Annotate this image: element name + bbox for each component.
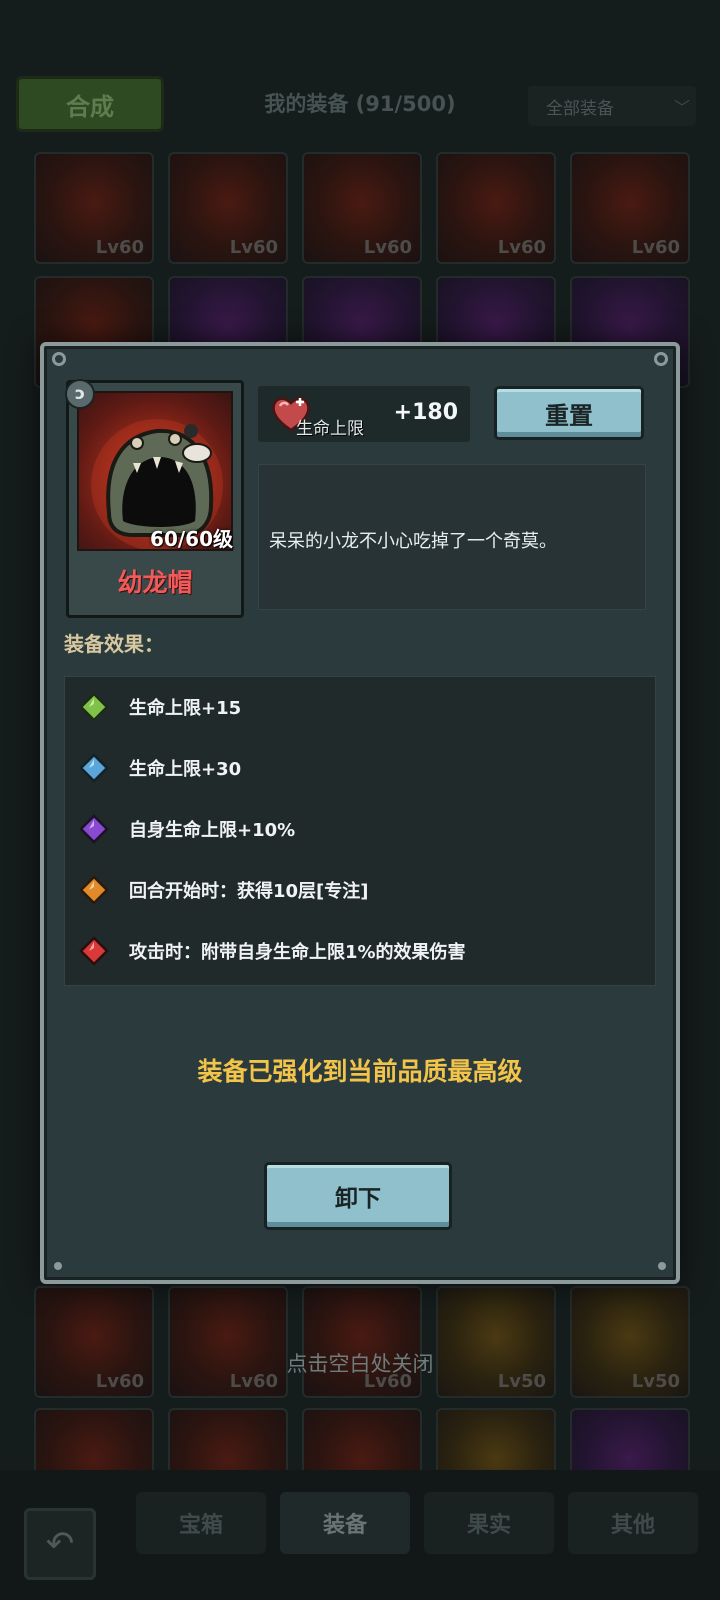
- equipment-detail-dialog: 60/60级 幼龙帽 ↄ 生命上限 +180 重置 呆呆的小龙不小心吃掉了一个奇…: [40, 342, 680, 1284]
- effect-text: 生命上限+30: [129, 759, 242, 780]
- equipment-slot[interactable]: Lv50: [570, 1286, 690, 1398]
- item-description: 呆呆的小龙不小心吃掉了一个奇莫。: [269, 531, 557, 552]
- tab-chest[interactable]: 宝箱: [136, 1492, 266, 1554]
- equipment-filter-dropdown[interactable]: 全部装备 ﹀: [528, 86, 696, 126]
- effect-item: 自身生命上限+10%: [79, 809, 639, 849]
- purple-gem-icon: [79, 814, 109, 844]
- effect-text: 生命上限+15: [129, 698, 242, 719]
- effect-item: 生命上限+30: [79, 748, 639, 788]
- back-arrow-icon[interactable]: ↶: [24, 1508, 96, 1580]
- equipment-slot[interactable]: Lv60: [570, 152, 690, 264]
- equipment-count-title: 我的装备 (91/500): [264, 92, 456, 116]
- equipment-slot[interactable]: Lv60: [34, 1286, 154, 1398]
- unequip-button[interactable]: 卸下: [264, 1162, 452, 1230]
- synthesize-button[interactable]: 合成: [16, 76, 164, 132]
- effects-list: 生命上限+15 生命上限+30 自身生命上限+10% 回合开始时：获得10层[专…: [64, 676, 656, 986]
- equipment-slot[interactable]: Lv60: [34, 152, 154, 264]
- item-card: 60/60级 幼龙帽 ↄ: [65, 379, 244, 618]
- blue-gem-icon: [79, 753, 109, 783]
- stat-label: 生命上限: [296, 419, 364, 439]
- equipment-grid-row: Lv60 Lv60 Lv60 Lv60 Lv60: [34, 152, 694, 264]
- equipment-slot[interactable]: Lv60: [302, 152, 422, 264]
- item-level: 60/60级: [150, 527, 233, 551]
- corner-dot: [54, 1262, 62, 1270]
- red-gem-icon: [79, 936, 109, 966]
- corner-ornament: [654, 352, 668, 366]
- effects-title: 装备效果：: [64, 632, 164, 656]
- swirl-icon: ↄ: [65, 379, 95, 409]
- corner-ornament: [52, 352, 66, 366]
- corner-dot: [658, 1262, 666, 1270]
- effect-text: 攻击时：附带自身生命上限1%的效果伤害: [129, 942, 466, 963]
- slot-level: Lv60: [631, 237, 680, 258]
- main-stat: 生命上限 +180: [258, 386, 470, 442]
- effect-text: 回合开始时：获得10层[专注]: [129, 881, 369, 902]
- reset-button[interactable]: 重置: [494, 386, 644, 440]
- equipment-slot[interactable]: Lv60: [436, 152, 556, 264]
- green-gem-icon: [79, 692, 109, 722]
- tab-fruit[interactable]: 果实: [424, 1492, 554, 1554]
- equipment-slot[interactable]: Lv50: [436, 1286, 556, 1398]
- equipment-grid-row: Lv60 Lv60 Lv60 Lv50 Lv50: [34, 1286, 694, 1398]
- equipment-slot[interactable]: Lv60: [302, 1286, 422, 1398]
- equipment-slot[interactable]: Lv60: [168, 1286, 288, 1398]
- equipment-slot[interactable]: Lv60: [168, 152, 288, 264]
- max-level-note: 装备已强化到当前品质最高级: [197, 1057, 523, 1086]
- tab-other[interactable]: 其他: [568, 1492, 698, 1554]
- chevron-down-icon: ﹀: [673, 98, 690, 117]
- effect-text: 自身生命上限+10%: [129, 820, 296, 841]
- stat-value: +180: [393, 400, 458, 425]
- slot-level: Lv60: [95, 237, 144, 258]
- orange-gem-icon: [79, 875, 109, 905]
- filter-label: 全部装备: [546, 98, 614, 119]
- item-description-box: 呆呆的小龙不小心吃掉了一个奇莫。: [258, 464, 646, 610]
- slot-level: Lv60: [363, 237, 412, 258]
- effect-item: 生命上限+15: [79, 687, 639, 727]
- slot-level: Lv60: [229, 237, 278, 258]
- close-hint: 点击空白处关闭: [286, 1352, 434, 1376]
- tab-equipment[interactable]: 装备: [280, 1492, 410, 1554]
- slot-level: Lv60: [497, 237, 546, 258]
- effect-item: 攻击时：附带自身生命上限1%的效果伤害: [79, 931, 639, 971]
- effect-item: 回合开始时：获得10层[专注]: [79, 870, 639, 910]
- item-name: 幼龙帽: [117, 568, 193, 597]
